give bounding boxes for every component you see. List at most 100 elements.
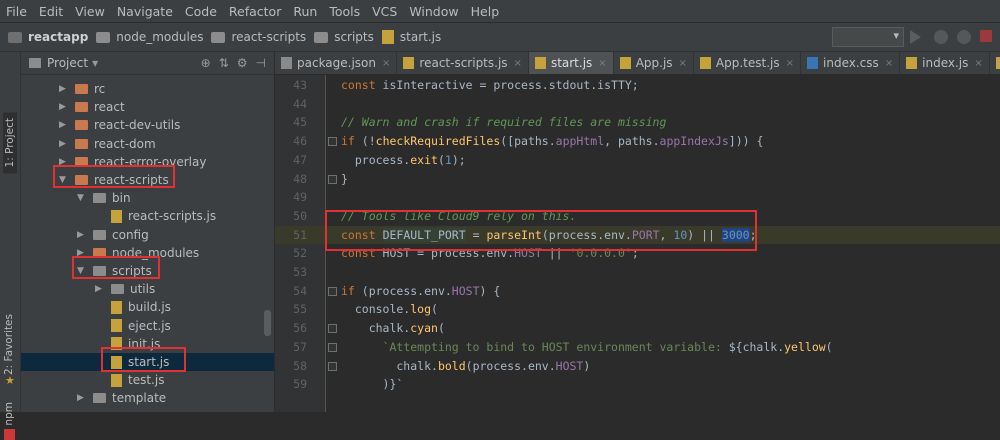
chevron-right-icon[interactable]: ▶ <box>95 284 105 294</box>
menu-view[interactable]: View <box>69 4 111 19</box>
menu-refactor[interactable]: Refactor <box>223 4 287 19</box>
tab-start-js[interactable]: start.js × <box>528 52 614 74</box>
annotation-box-start-js <box>101 347 186 372</box>
close-icon[interactable]: × <box>786 58 794 69</box>
menu-file[interactable]: File <box>0 4 33 19</box>
js-file-icon <box>699 57 711 69</box>
stop-icon[interactable] <box>980 30 992 42</box>
folder-icon <box>314 31 329 43</box>
tree-item-react-dom[interactable]: ▶ react-dom <box>59 135 156 153</box>
sync-icon[interactable]: ⊕ <box>201 56 211 70</box>
tree-item-label: react-scripts.js <box>128 209 217 224</box>
tree-item-utils[interactable]: ▶ utils <box>95 280 155 298</box>
tree-item-config[interactable]: ▶ config <box>77 226 149 244</box>
code-text: )}` <box>341 377 404 392</box>
menu-window[interactable]: Window <box>403 4 464 19</box>
line-number: 51 <box>293 227 307 242</box>
chevron-right-icon[interactable]: ▶ <box>77 393 87 403</box>
breadcrumb-start-js[interactable]: start.js <box>381 30 441 44</box>
tab-index-js[interactable]: index.js × <box>900 52 990 74</box>
breadcrumb-react-scripts[interactable]: react-scripts <box>211 30 306 44</box>
tab-logo-svg[interactable]: logo.svg× <box>990 52 1000 74</box>
tab-react-scripts-js[interactable]: react-scripts.js × <box>397 52 529 74</box>
tree-item-label: react <box>94 100 125 115</box>
code-line: 57 `Attempting to bind to HOST environme… <box>275 338 1000 356</box>
run-configuration-select[interactable] <box>832 27 904 47</box>
close-icon[interactable]: × <box>382 58 390 69</box>
folder-icon <box>75 84 88 94</box>
coverage-icon[interactable] <box>957 30 971 44</box>
close-icon[interactable]: × <box>974 58 982 69</box>
fold-marker-icon[interactable] <box>328 361 337 371</box>
code-text: } <box>341 171 348 186</box>
collapse-icon[interactable]: ⇅ <box>219 56 229 70</box>
close-icon[interactable]: × <box>679 58 687 69</box>
tree-item-eject-js[interactable]: eject.js <box>95 317 171 335</box>
chevron-right-icon[interactable]: ▶ <box>59 139 69 149</box>
tree-item-bin[interactable]: ▼ bin <box>77 189 131 207</box>
hide-icon[interactable]: ⊣ <box>256 56 266 70</box>
tab-package-json[interactable]: package.json × <box>275 52 398 74</box>
npm-tool-button[interactable]: npm <box>3 402 15 426</box>
fold-marker-icon[interactable] <box>328 342 337 352</box>
run-icon[interactable] <box>910 30 921 44</box>
tree-item-rc[interactable]: ▶ rc <box>59 80 105 98</box>
svg-file-icon <box>995 57 1000 69</box>
close-icon[interactable]: × <box>598 58 606 69</box>
tree-item-template[interactable]: ▶ template <box>77 389 166 407</box>
code-text: `Attempting to bind to HOST environment … <box>382 339 833 354</box>
code-line: 59 )}` <box>275 375 1000 393</box>
breadcrumb-scripts[interactable]: scripts <box>314 30 374 44</box>
line-number: 57 <box>293 339 307 354</box>
menu-edit[interactable]: Edit <box>33 4 69 19</box>
chevron-right-icon[interactable]: ▶ <box>59 102 69 112</box>
editor-tabs: package.json × react-scripts.js × start.js × A… <box>275 52 1000 75</box>
code-text: if (!checkRequiredFiles([paths.appHtml, … <box>341 134 764 149</box>
close-icon[interactable]: × <box>514 58 522 69</box>
project-panel-header: Project ▾ ⊕ ⇅ ⚙ ⊣ <box>21 52 274 75</box>
js-file-icon <box>534 57 546 69</box>
tree-item-react[interactable]: ▶ react <box>59 98 125 116</box>
tree-item-build-js[interactable]: build.js <box>95 298 171 316</box>
chevron-down-icon[interactable]: ▼ <box>77 193 87 203</box>
tab-index-css[interactable]: index.css × <box>801 52 901 74</box>
tab-label: App.js <box>635 56 673 70</box>
project-view-selector[interactable]: Project ▾ <box>29 56 98 70</box>
breadcrumb-node-modules[interactable]: node_modules <box>96 30 203 44</box>
favorites-tool-button[interactable]: 2: Favorites <box>3 314 15 375</box>
line-number: 46 <box>293 134 307 149</box>
tab-label: package.json <box>297 56 377 70</box>
menu-run[interactable]: Run <box>287 4 323 19</box>
menu-code[interactable]: Code <box>179 4 223 19</box>
menu-vcs[interactable]: VCS <box>366 4 403 19</box>
tree-item-react-scripts-js[interactable]: react-scripts.js <box>95 207 216 225</box>
tree-scrollbar[interactable] <box>264 310 271 336</box>
settings-icon[interactable]: ⚙ <box>237 56 248 70</box>
tree-item-react-dev-utils[interactable]: ▶ react-dev-utils <box>59 116 180 134</box>
project-tool-button[interactable]: 1: Project <box>3 112 17 174</box>
tab-app-test-js[interactable]: App.test.js × <box>694 52 802 74</box>
folder-icon <box>93 393 106 404</box>
menu-help[interactable]: Help <box>465 4 506 19</box>
debug-icon[interactable] <box>934 30 948 44</box>
chevron-right-icon[interactable]: ▶ <box>77 230 87 240</box>
code-line: 55 console.log( <box>275 300 1000 318</box>
breadcrumb-project[interactable]: reactapp <box>8 30 88 44</box>
fold-marker-icon[interactable] <box>328 324 337 334</box>
menu-navigate[interactable]: Navigate <box>111 4 179 19</box>
js-file-icon <box>906 57 918 69</box>
code-text: console.log( <box>341 302 438 317</box>
tree-item-test-js[interactable]: test.js <box>95 371 164 389</box>
folder-icon <box>96 31 111 43</box>
tab-app-js[interactable]: App.js × <box>614 52 694 74</box>
annotation-box-scripts <box>72 256 160 279</box>
chevron-right-icon[interactable]: ▶ <box>59 84 69 94</box>
chevron-right-icon[interactable]: ▶ <box>59 120 69 130</box>
tree-item-label: react-dev-utils <box>94 118 181 133</box>
fold-marker-icon[interactable] <box>328 286 337 296</box>
fold-marker-icon[interactable] <box>328 137 337 147</box>
menu-tools[interactable]: Tools <box>323 4 366 19</box>
folder-icon <box>111 284 124 295</box>
close-icon[interactable]: × <box>885 58 893 69</box>
fold-marker-icon[interactable] <box>328 174 337 184</box>
